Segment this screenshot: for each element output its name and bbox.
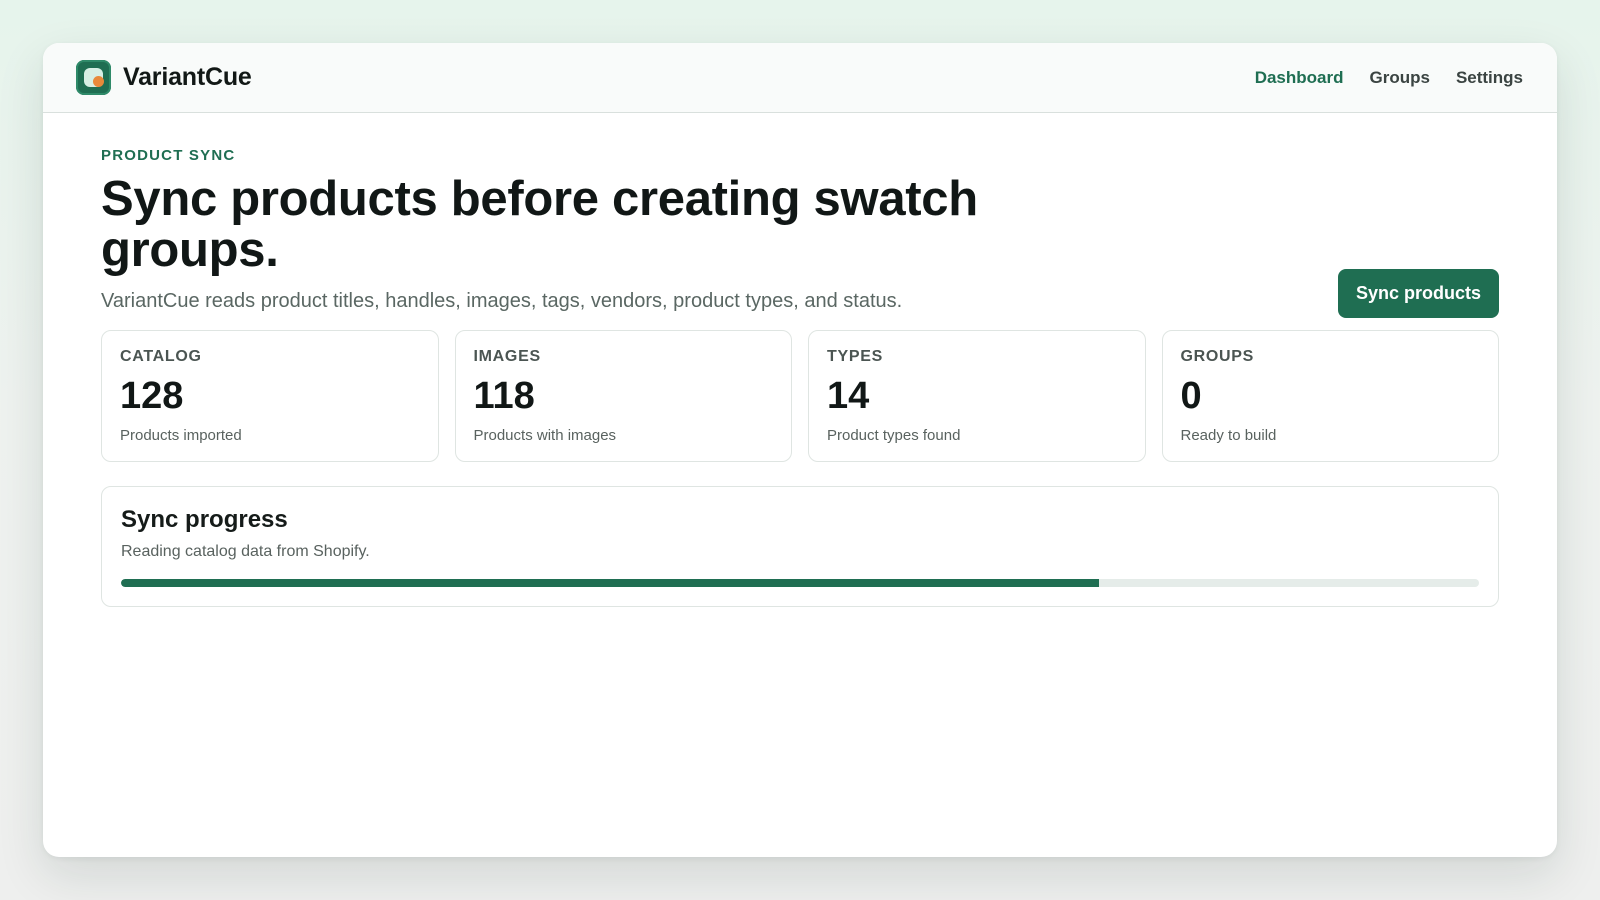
stat-value: 128 (120, 375, 184, 417)
nav-settings-link[interactable]: Settings (1456, 68, 1523, 88)
main-nav: Dashboard Groups Settings (1255, 68, 1523, 88)
stat-label: GROUPS (1180, 348, 1255, 365)
stat-description: Products imported (120, 427, 242, 444)
variantcue-logo-icon (76, 60, 111, 95)
stat-card-catalog: CATALOG 128 Products imported (101, 330, 439, 462)
page-title: Sync products before creating swatch gro… (101, 172, 978, 277)
sync-products-button[interactable]: Sync products (1338, 269, 1499, 318)
main-content: PRODUCT SYNC Sync products before creati… (43, 113, 1557, 607)
progress-title: Sync progress (121, 506, 288, 533)
stat-card-types: TYPES 14 Product types found (808, 330, 1146, 462)
stat-label: IMAGES (473, 348, 541, 365)
stat-value: 118 (473, 375, 535, 417)
top-bar: VariantCue Dashboard Groups Settings (43, 43, 1557, 113)
stat-value: 14 (827, 375, 870, 417)
progress-status-text: Reading catalog data from Shopify. (121, 543, 370, 560)
progress-bar-fill (121, 579, 1099, 587)
nav-groups-link[interactable]: Groups (1369, 68, 1429, 88)
progress-bar-track (121, 579, 1479, 587)
app-name: VariantCue (123, 63, 252, 91)
stats-grid: CATALOG 128 Products imported IMAGES 118… (101, 330, 1499, 462)
nav-dashboard-link[interactable]: Dashboard (1255, 68, 1344, 88)
stat-value: 0 (1180, 375, 1202, 417)
logo-dot (93, 76, 104, 87)
stat-description: Ready to build (1180, 427, 1277, 444)
page-subtitle: VariantCue reads product titles, handles… (101, 290, 903, 312)
stat-card-groups: GROUPS 0 Ready to build (1161, 330, 1499, 462)
sync-progress-card: Sync progress Reading catalog data from … (101, 486, 1499, 607)
app-window: VariantCue Dashboard Groups Settings PRO… (43, 43, 1557, 857)
brand[interactable]: VariantCue (76, 60, 252, 95)
stat-label: TYPES (827, 348, 883, 365)
stat-label: CATALOG (120, 348, 202, 365)
section-eyebrow: PRODUCT SYNC (101, 147, 236, 164)
stat-description: Product types found (827, 427, 961, 444)
stat-card-images: IMAGES 118 Products with images (454, 330, 792, 462)
stat-description: Products with images (473, 427, 617, 444)
